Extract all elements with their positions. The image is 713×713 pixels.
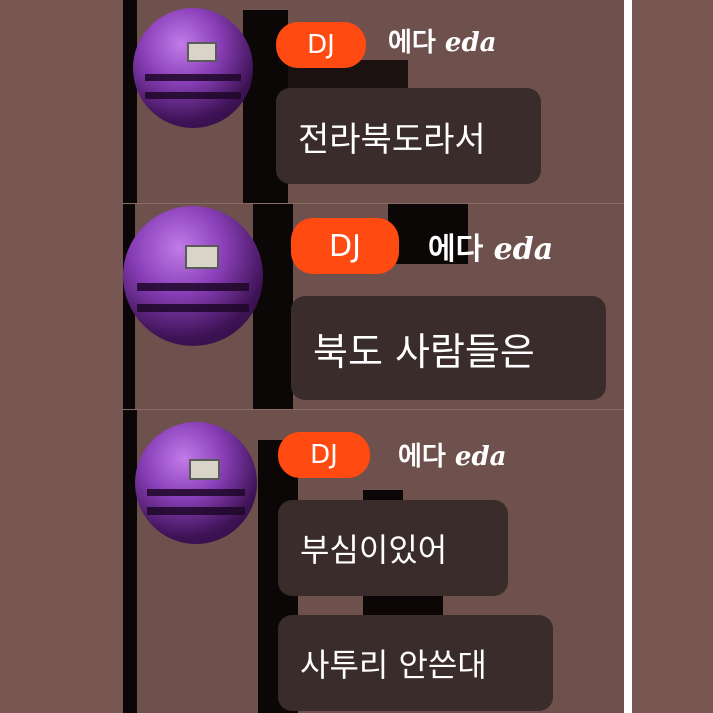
sender-name[interactable]: 에다 eda [398, 436, 506, 473]
message-bubble[interactable]: 부심이있어 [278, 500, 508, 596]
sender-name-latin: eda [493, 232, 554, 267]
avatar[interactable] [123, 206, 263, 346]
divider-line [624, 0, 632, 713]
background-shape [253, 204, 293, 410]
sender-name-latin: eda [454, 442, 507, 472]
chat-message-2: DJ 에다 eda 북도 사람들은 [123, 204, 624, 410]
chat-message-1: DJ 에다 eda 전라북도라서 [123, 0, 624, 204]
avatar[interactable] [133, 8, 253, 128]
left-margin [0, 0, 123, 713]
sender-name[interactable]: 에다 eda [428, 224, 553, 268]
avatar[interactable] [135, 422, 257, 544]
message-bubble[interactable]: 전라북도라서 [276, 88, 541, 184]
chat-message-3: DJ 에다 eda 부심이있어 사투리 안쓴대 [123, 410, 624, 713]
message-bubble[interactable]: 사투리 안쓴대 [278, 615, 553, 711]
sender-name-korean: 에다 [398, 442, 446, 472]
dj-badge: DJ [278, 432, 370, 478]
dj-badge: DJ [291, 218, 399, 274]
message-bubble[interactable]: 북도 사람들은 [291, 296, 606, 400]
dj-badge: DJ [276, 22, 366, 68]
sender-name-korean: 에다 [428, 232, 484, 267]
right-margin [632, 0, 713, 713]
background-shape [123, 0, 137, 204]
sender-name-latin: eda [444, 28, 497, 58]
sender-name-korean: 에다 [388, 28, 436, 58]
background-shape [123, 410, 137, 713]
sender-name[interactable]: 에다 eda [388, 22, 496, 59]
